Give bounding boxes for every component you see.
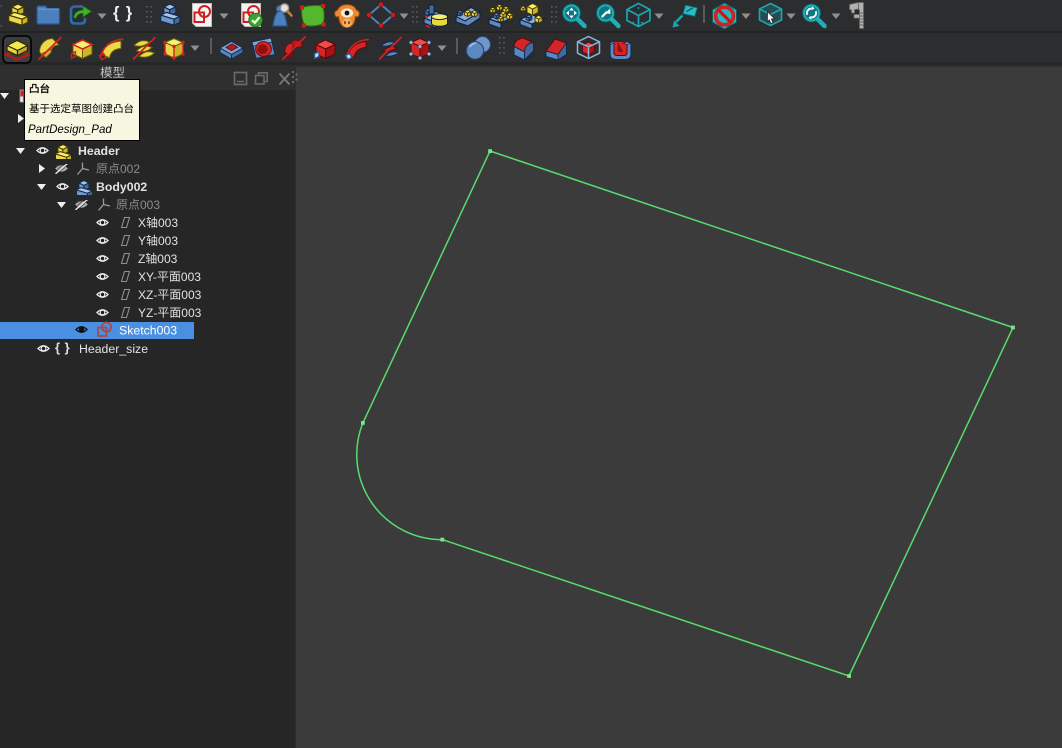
svg-text:Z: Z xyxy=(138,252,145,266)
svg-text:Y: Y xyxy=(138,234,146,248)
svg-text:002: 002 xyxy=(120,162,140,176)
svg-text:003: 003 xyxy=(158,234,178,248)
svg-text:003: 003 xyxy=(158,216,178,230)
svg-text:003: 003 xyxy=(181,270,201,284)
svg-text:Header: Header xyxy=(78,144,120,158)
svg-text:Body002: Body002 xyxy=(96,180,147,194)
svg-text:Sketch003: Sketch003 xyxy=(119,323,177,337)
svg-text:003: 003 xyxy=(181,288,201,302)
svg-text:X: X xyxy=(138,216,146,230)
svg-text:003: 003 xyxy=(140,198,160,212)
svg-text:PartDesign_Pad: PartDesign_Pad xyxy=(28,124,112,136)
svg-text:XZ-: XZ- xyxy=(138,288,157,302)
svg-text:XY-: XY- xyxy=(138,270,157,284)
svg-text:YZ-: YZ- xyxy=(138,306,157,320)
svg-text:003: 003 xyxy=(157,252,177,266)
svg-text:Header_size: Header_size xyxy=(79,342,148,356)
svg-text:003: 003 xyxy=(181,306,201,320)
